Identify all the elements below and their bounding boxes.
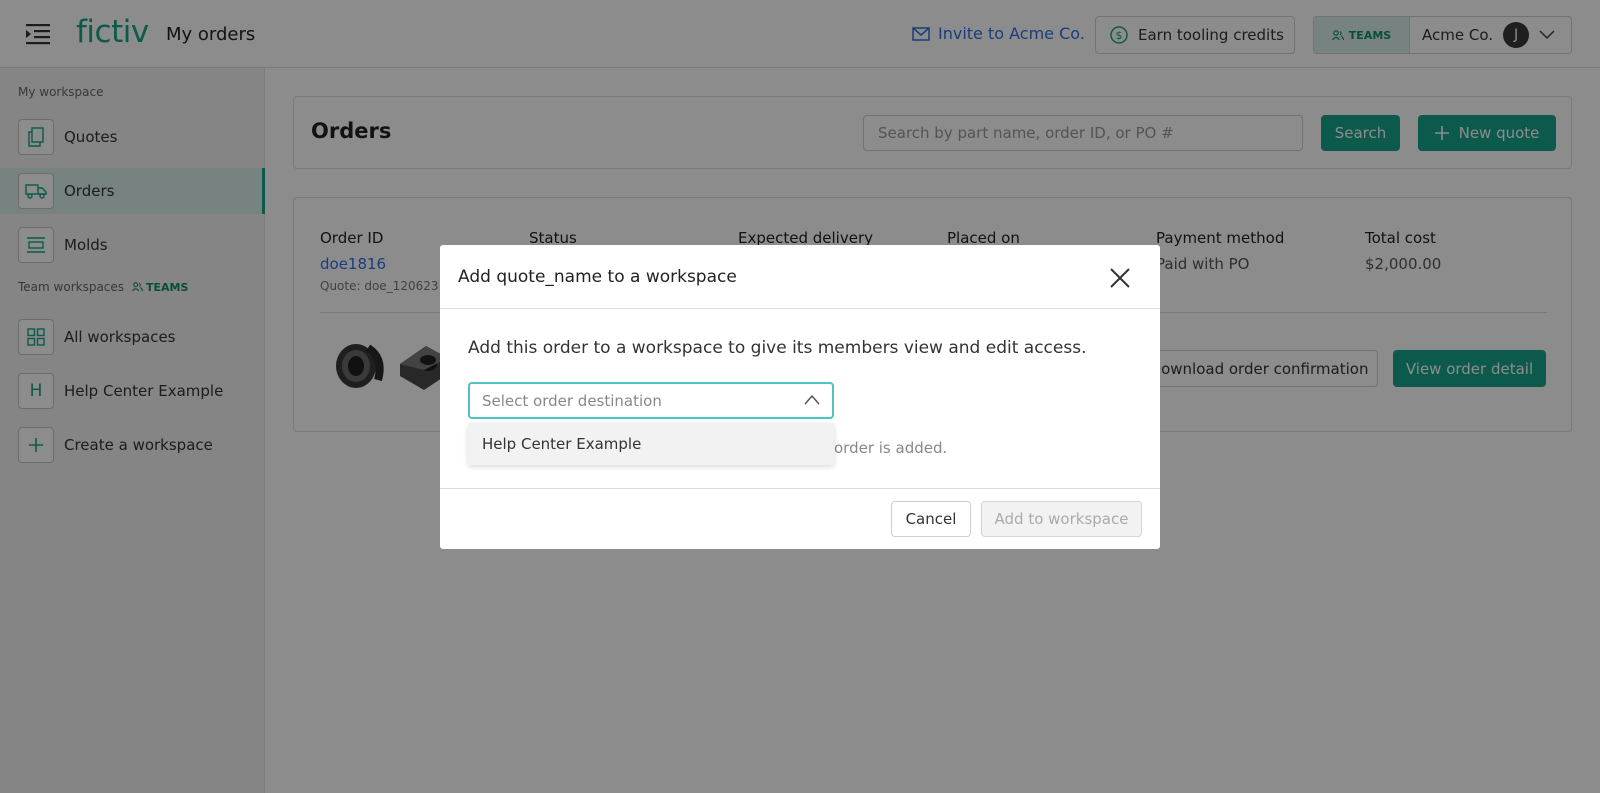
cancel-button[interactable]: Cancel	[891, 501, 971, 537]
modal-divider	[440, 308, 1160, 309]
add-to-workspace-modal: Add quote_name to a workspace Add this o…	[440, 245, 1160, 549]
modal-description: Add this order to a workspace to give it…	[468, 338, 1087, 358]
close-icon[interactable]	[1107, 265, 1133, 291]
modal-title: Add quote_name to a workspace	[458, 267, 737, 287]
add-to-workspace-button[interactable]: Add to workspace	[981, 501, 1142, 537]
order-destination-select[interactable]: Select order destination	[468, 382, 834, 419]
hint-text: order is added.	[834, 439, 948, 457]
modal-footer-divider	[440, 488, 1160, 489]
dropdown-option[interactable]: Help Center Example	[468, 423, 834, 465]
destination-dropdown: Help Center Example	[468, 423, 834, 465]
chevron-up-icon	[804, 394, 820, 405]
select-placeholder: Select order destination	[482, 391, 662, 410]
